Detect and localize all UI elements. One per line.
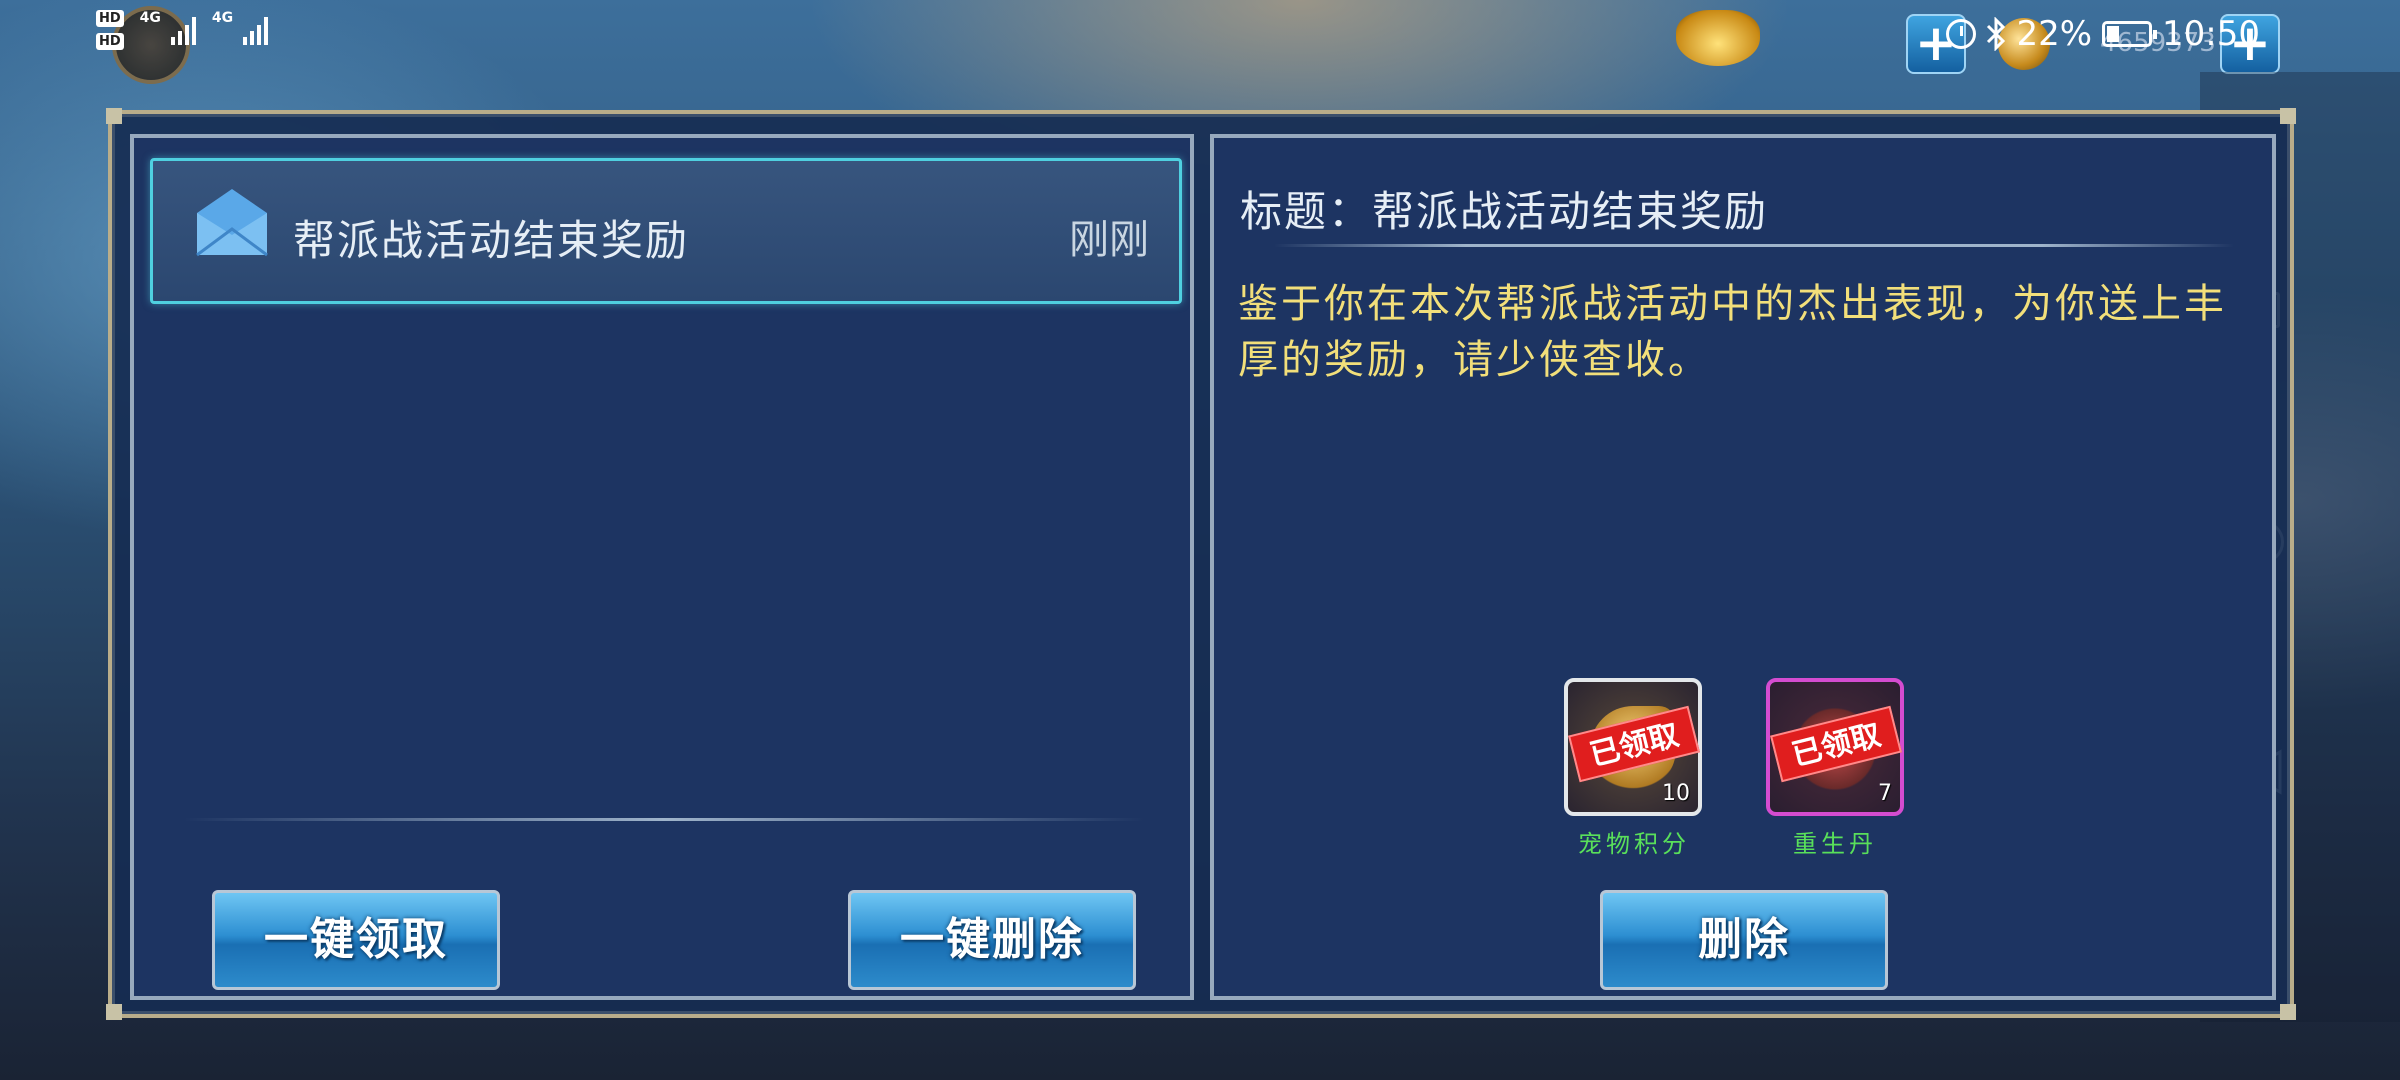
delete-all-button[interactable]: 一键删除: [848, 890, 1136, 990]
mail-item-title: 帮派战活动结束奖励: [293, 216, 690, 265]
mail-detail-title: 标题：帮派战活动结束奖励: [1240, 187, 1769, 236]
network-type-1: 4G: [139, 10, 161, 26]
bluetooth-icon: [1987, 17, 2006, 51]
mail-list-item[interactable]: 帮派战活动结束奖励 刚刚: [150, 158, 1182, 304]
list-divider: [184, 818, 1144, 821]
battery-icon: [2102, 21, 2158, 47]
reward-name: 宠物积分: [1578, 830, 1690, 858]
reward-item-pet-points[interactable]: 已领取 10: [1564, 678, 1702, 816]
envelope-icon: [196, 189, 268, 257]
battery-percent: 22%: [2016, 14, 2093, 54]
mail-detail-pane: 标题：帮派战活动结束奖励 鉴于你在本次帮派战活动中的杰出表现，为你送上丰厚的奖励…: [1210, 134, 2276, 1000]
mail-list-pane: 帮派战活动结束奖励 刚刚 一键领取 一键删除: [130, 134, 1194, 1000]
mail-detail-body: 鉴于你在本次帮派战活动中的杰出表现，为你送上丰厚的奖励，请少侠查收。: [1238, 281, 2227, 383]
frame-corner: [106, 1004, 122, 1020]
signal-group: HD HD 4G 4G: [96, 10, 269, 50]
mail-item-time: 刚刚: [1069, 217, 1149, 263]
frame-corner: [2280, 108, 2296, 124]
status-bar: HD HD 4G 4G + 4659373 + 22% 10:50: [0, 0, 2400, 84]
network-type-2: 4G: [211, 10, 234, 26]
frame-corner: [106, 108, 122, 124]
hd-badge-2: HD: [96, 33, 124, 50]
delete-button[interactable]: 删除: [1600, 890, 1888, 990]
reward-item-rebirth-pill[interactable]: 已领取 7: [1766, 678, 1904, 816]
signal-bars-2-icon: [243, 15, 269, 45]
system-status: 22% 10:50: [1946, 14, 2260, 54]
clock-time: 10:50: [2162, 14, 2260, 54]
reward-count: 10: [1662, 781, 1690, 806]
frame-corner: [2280, 1004, 2296, 1020]
detail-divider: [1274, 244, 2234, 247]
signal-bars-1-icon: [170, 15, 196, 45]
gold-ingot-icon: [1676, 10, 1760, 66]
alarm-icon: [1946, 19, 1977, 49]
hd-badge-1: HD: [96, 10, 124, 27]
mail-dialog: 帮派战活动结束奖励 刚刚 一键领取 一键删除 标题：帮派战活动结束奖励 鉴于你在…: [106, 108, 2296, 1020]
claim-all-button[interactable]: 一键领取: [212, 890, 500, 990]
reward-name: 重生丹: [1793, 830, 1877, 858]
reward-count: 7: [1878, 781, 1892, 806]
